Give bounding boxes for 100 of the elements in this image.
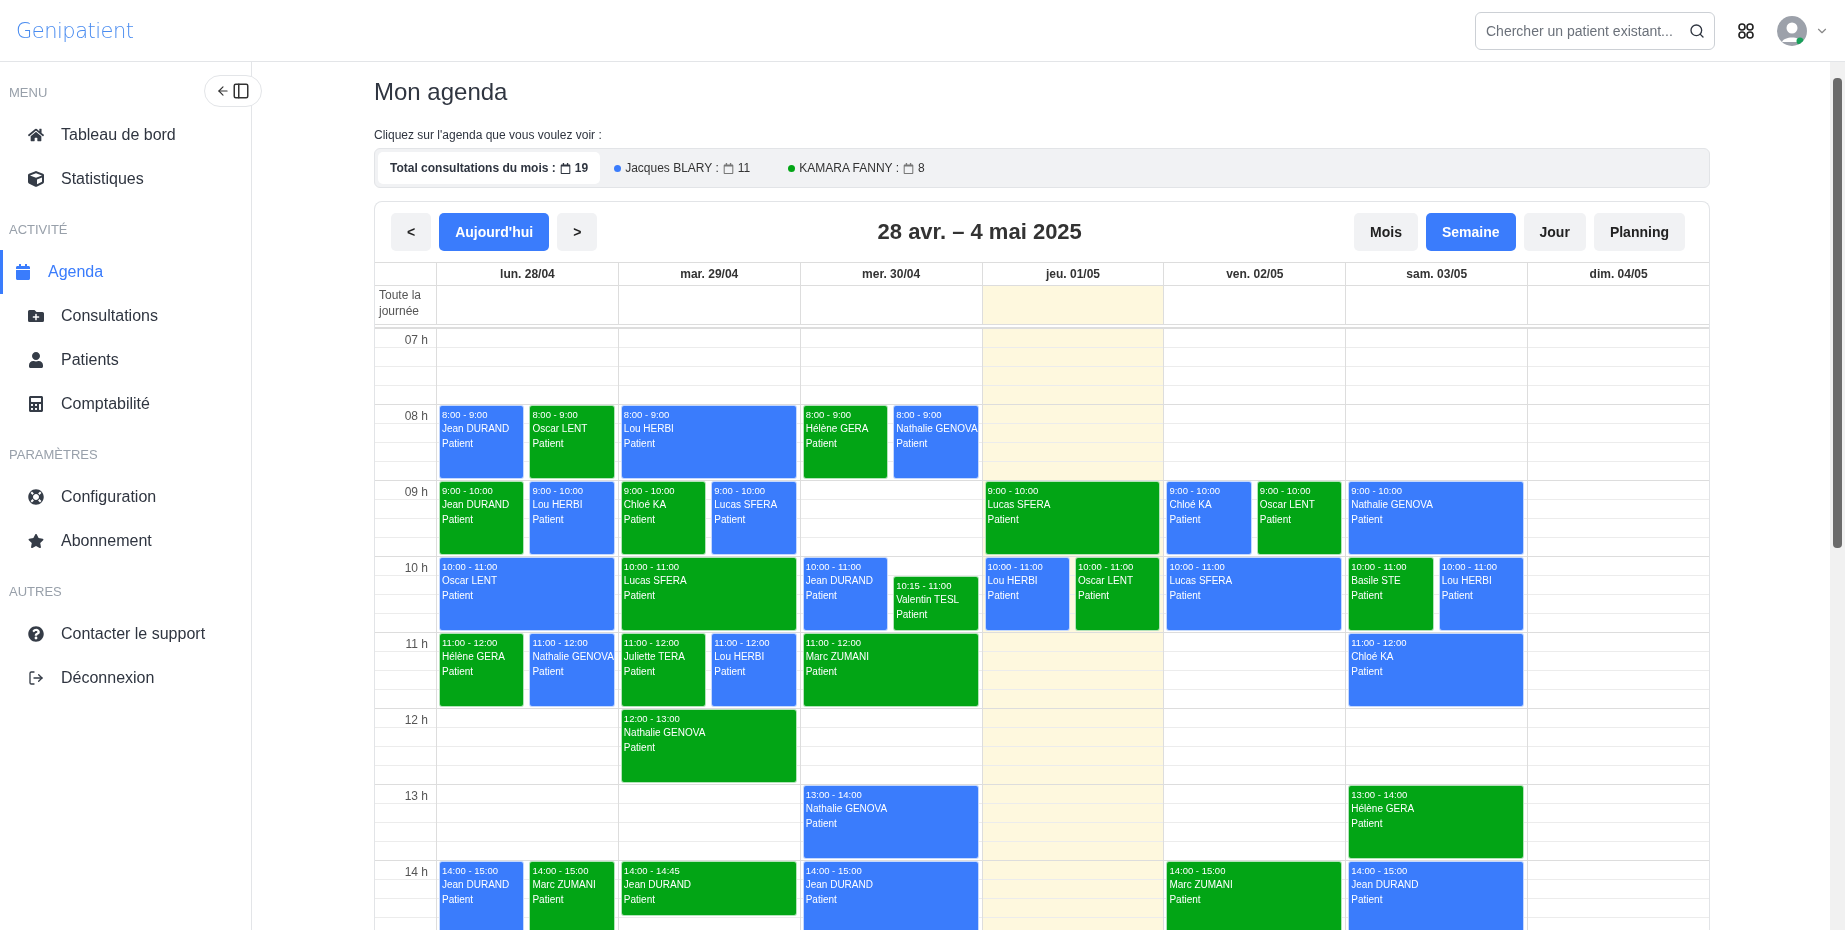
appointment-event[interactable]: 14:00 - 15:00 Marc ZUMANI Patient xyxy=(529,861,615,930)
total-consultations-pill[interactable]: Total consultations du mois : 19 xyxy=(378,152,601,184)
view-tab[interactable]: Semaine xyxy=(1425,213,1516,251)
appointment-event[interactable]: 14:00 - 15:00 Jean DURAND Patient xyxy=(1348,861,1525,930)
hour-label: 12 h xyxy=(403,712,429,729)
appointment-event[interactable]: 11:00 - 12:00 Nathalie GENOVA Patient xyxy=(529,633,615,707)
nav-button[interactable]: > xyxy=(557,213,598,251)
appointment-event[interactable]: 8:00 - 9:00 Nathalie GENOVA Patient xyxy=(893,405,979,479)
appointment-event[interactable]: 9:00 - 10:00 Lou HERBI Patient xyxy=(529,481,615,555)
sidebar-item[interactable]: Tableau de bord xyxy=(0,113,251,157)
agenda-count: 11 xyxy=(737,161,751,175)
hour-label: 10 h xyxy=(403,560,429,577)
appointment-event[interactable]: 10:00 - 11:00 Lou HERBI Patient xyxy=(984,557,1070,631)
app-logo: Genipatient xyxy=(16,18,134,43)
appointment-event[interactable]: 9:00 - 10:00 Nathalie GENOVA Patient xyxy=(1348,481,1525,555)
search-field[interactable]: Chercher un patient existant... xyxy=(1475,11,1715,50)
appointment-event[interactable]: 9:00 - 10:00 Chloé KA Patient xyxy=(620,481,707,555)
agenda-name[interactable]: KAMARA FANNY : xyxy=(799,161,900,175)
view-tab[interactable]: Planning xyxy=(1593,213,1685,251)
appointment-event[interactable]: 10:00 - 11:00 Jean DURAND Patient xyxy=(802,557,889,631)
appointment-event[interactable]: 11:00 - 12:00 Lou HERBI Patient xyxy=(711,633,797,707)
appointment-event[interactable]: 8:00 - 9:00 Jean DURAND Patient xyxy=(439,405,525,479)
appointment-event[interactable]: 10:00 - 11:00 Basile STE Patient xyxy=(1348,557,1434,631)
sidebar-item[interactable]: Patients xyxy=(0,338,251,382)
hour-label: 11 h xyxy=(404,636,429,653)
hour-label: 14 h xyxy=(403,864,429,881)
sidebar-item[interactable]: Agenda xyxy=(0,250,251,294)
appointment-event[interactable]: 8:00 - 9:00 Hélène GERA Patient xyxy=(802,405,889,479)
appointment-event[interactable]: 10:00 - 11:00 Lucas SFERA Patient xyxy=(1166,557,1343,631)
menu-icon xyxy=(28,308,44,324)
nav-button[interactable]: Aujourd'hui xyxy=(439,213,550,251)
section-title: AUTRES xyxy=(8,583,63,601)
appointment-event[interactable]: 10:00 - 11:00 Lou HERBI Patient xyxy=(1438,557,1525,631)
day-header: ven. 02/05 xyxy=(1163,263,1346,285)
user-avatar[interactable] xyxy=(1777,15,1807,46)
appointment-event[interactable]: 11:00 - 12:00 Juliette TERA Patient xyxy=(620,633,707,707)
appointment-event[interactable]: 9:00 - 10:00 Jean DURAND Patient xyxy=(439,481,525,555)
scrollbar[interactable] xyxy=(1830,62,1845,930)
appointment-event[interactable]: 8:00 - 9:00 Lou HERBI Patient xyxy=(620,405,797,479)
sidebar-item[interactable]: Comptabilité xyxy=(0,382,251,426)
view-tab[interactable]: Mois xyxy=(1354,213,1418,251)
menu-icon xyxy=(28,670,44,686)
appointment-event[interactable]: 14:00 - 15:00 Marc ZUMANI Patient xyxy=(1166,861,1343,930)
hour-label: 09 h xyxy=(403,484,429,501)
section-title: PARAMÈTRES xyxy=(8,446,99,464)
appointment-event[interactable]: 10:00 - 11:00 Lucas SFERA Patient xyxy=(620,557,797,631)
sidebar-panel-icon xyxy=(232,82,250,100)
sidebar-item[interactable]: Configuration xyxy=(0,475,251,519)
appointment-event[interactable]: 9:00 - 10:00 Lucas SFERA Patient xyxy=(984,481,1161,555)
sidebar-item[interactable]: Déconnexion xyxy=(0,656,251,700)
sidebar-item[interactable]: Statistiques xyxy=(0,157,251,201)
menu-icon xyxy=(28,171,44,187)
appointment-event[interactable]: 11:00 - 12:00 Chloé KA Patient xyxy=(1348,633,1525,707)
search-icon xyxy=(1689,22,1705,39)
appointment-event[interactable]: 9:00 - 10:00 Chloé KA Patient xyxy=(1166,481,1252,555)
menu-icon xyxy=(28,127,44,143)
hint-text: Cliquez sur l'agenda que vous voulez voir : xyxy=(374,128,603,142)
agenda-name[interactable]: Jacques BLARY : xyxy=(625,161,719,175)
agenda-count: 8 xyxy=(918,161,925,175)
menu-icon xyxy=(28,489,44,505)
hour-label: 13 h xyxy=(403,788,429,805)
sidebar-item[interactable]: Contacter le support xyxy=(0,612,251,656)
appointment-event[interactable]: 11:00 - 12:00 Hélène GERA Patient xyxy=(439,633,525,707)
appointment-event[interactable]: 8:00 - 9:00 Oscar LENT Patient xyxy=(529,405,615,479)
view-tab[interactable]: Jour xyxy=(1523,213,1586,251)
calendar-icon xyxy=(722,162,734,174)
calendar-title: 28 avr. – 4 mai 2025 xyxy=(876,219,1083,245)
appointment-event[interactable]: 14:00 - 15:00 Jean DURAND Patient xyxy=(439,861,525,930)
appointment-event[interactable]: 13:00 - 14:00 Hélène GERA Patient xyxy=(1348,785,1525,859)
appointment-event[interactable]: 11:00 - 12:00 Marc ZUMANI Patient xyxy=(802,633,979,707)
menu-icon xyxy=(28,352,44,368)
hour-label: 07 h xyxy=(403,332,429,349)
appointment-event[interactable]: 12:00 - 13:00 Nathalie GENOVA Patient xyxy=(620,709,797,783)
day-header: lun. 28/04 xyxy=(436,263,618,285)
menu-icon xyxy=(28,533,44,549)
section-title: ACTIVITÉ xyxy=(8,221,69,239)
appointment-event[interactable]: 9:00 - 10:00 Oscar LENT Patient xyxy=(1256,481,1343,555)
appointment-event[interactable]: 10:00 - 11:00 Oscar LENT Patient xyxy=(1075,557,1161,631)
all-day-label: Toute la journée xyxy=(377,287,423,320)
page-title: Mon agenda xyxy=(374,78,509,107)
day-header: sam. 03/05 xyxy=(1345,263,1528,285)
scrollbar-thumb[interactable] xyxy=(1833,78,1842,548)
apps-grid-icon[interactable] xyxy=(1737,21,1755,40)
arrow-left-icon xyxy=(216,84,230,98)
nav-button[interactable]: < xyxy=(391,213,432,251)
appointment-event[interactable]: 10:00 - 11:00 Oscar LENT Patient xyxy=(439,557,615,631)
menu-icon xyxy=(28,396,44,412)
menu-icon xyxy=(15,264,31,280)
appointment-event[interactable]: 13:00 - 14:00 Nathalie GENOVA Patient xyxy=(802,785,979,859)
appointment-event[interactable]: 10:15 - 11:00 Valentin TESL Patient xyxy=(893,576,979,631)
sidebar-item[interactable]: Abonnement xyxy=(0,519,251,563)
sidebar-item[interactable]: Consultations xyxy=(0,294,251,338)
menu-icon xyxy=(28,626,44,642)
day-header: mar. 29/04 xyxy=(617,263,800,285)
appointment-event[interactable]: 14:00 - 15:00 Jean DURAND Patient xyxy=(802,861,979,930)
appointment-event[interactable]: 14:00 - 14:45 Jean DURAND Patient xyxy=(620,861,797,916)
day-header: jeu. 01/05 xyxy=(981,263,1164,285)
day-header: dim. 04/05 xyxy=(1527,263,1709,285)
appointment-event[interactable]: 9:00 - 10:00 Lucas SFERA Patient xyxy=(711,481,797,555)
sidebar-collapse-button[interactable] xyxy=(204,75,262,107)
